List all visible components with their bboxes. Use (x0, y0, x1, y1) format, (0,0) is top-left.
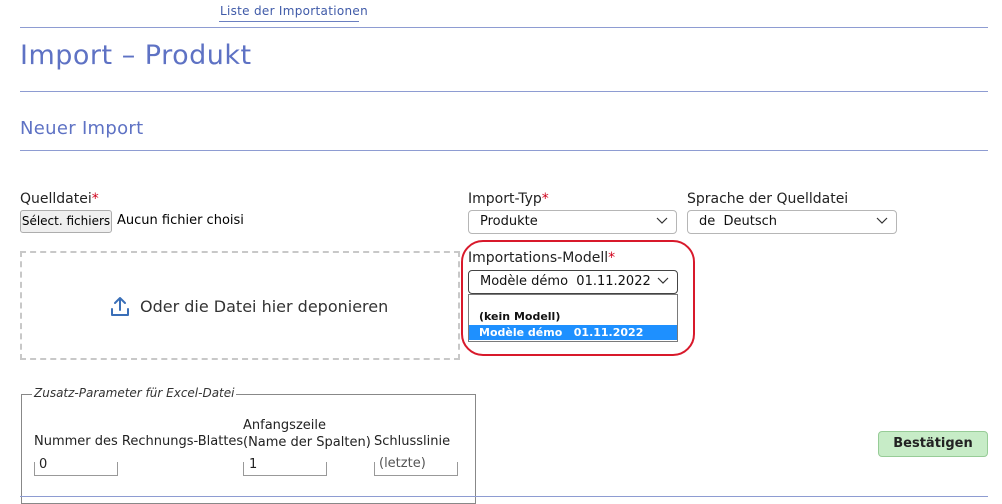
import-model-selected-date: 01.11.2022 (576, 274, 651, 289)
import-type-select[interactable]: Produkte (468, 210, 677, 234)
language-code: de (699, 214, 716, 229)
dropdown-option-kein-modell[interactable]: (kein Modell) (469, 309, 677, 324)
chevron-down-icon (876, 217, 888, 224)
input-border (243, 462, 327, 476)
import-type-label: Import-Typ* (468, 191, 549, 207)
required-mark: * (608, 250, 616, 266)
dropzone-text: Oder die Datei hier deponieren (140, 297, 389, 316)
sheet-number-label: Nummer des Rechnungs-Blattes (34, 434, 244, 449)
chevron-down-icon (656, 217, 668, 224)
required-mark: * (541, 191, 549, 207)
sheet-number-input[interactable]: 0 (34, 456, 118, 476)
dropdown-option-modele-demo[interactable]: Modèle démo 01.11.2022 (469, 325, 677, 340)
start-row-label: Anfangszeile (Name der Spalten) (243, 418, 371, 450)
source-file-label: Quelldatei* (20, 191, 99, 207)
start-row-input[interactable]: 1 (243, 456, 327, 476)
input-border (34, 462, 118, 476)
source-language-label: Sprache der Quelldatei (687, 191, 849, 207)
end-row-label: Schlusslinie (374, 434, 451, 449)
required-mark: * (91, 191, 99, 207)
page-title: Import – Produkt (20, 40, 252, 71)
header-divider (20, 27, 988, 28)
confirm-button[interactable]: Bestätigen (878, 431, 988, 457)
tab-liste-der-importationen[interactable]: Liste der Importationen (220, 4, 368, 18)
language-value: Deutsch (723, 214, 778, 229)
import-model-select[interactable]: Modèle démo 01.11.2022 (468, 270, 678, 294)
active-tab-underline (219, 21, 359, 22)
select-files-button[interactable]: Sélect. fichiers (20, 210, 112, 233)
end-row-input[interactable]: (letzte) (374, 456, 458, 476)
import-model-label: Importations-Modell* (468, 250, 616, 266)
source-language-select[interactable]: de Deutsch (687, 210, 897, 234)
section-title: Neuer Import (20, 118, 144, 139)
chevron-down-icon (657, 277, 669, 284)
excel-params-legend: Zusatz-Parameter für Excel-Datei (32, 386, 237, 400)
import-model-selected-name: Modèle démo (480, 274, 569, 289)
upload-icon (111, 297, 129, 316)
file-status-text: Aucun fichier choisi (117, 213, 244, 228)
import-type-value: Produkte (480, 214, 538, 229)
import-model-dropdown-list: (kein Modell) Modèle démo 01.11.2022 (468, 294, 678, 342)
bottom-divider (20, 496, 988, 497)
section-divider (20, 150, 988, 151)
input-border (374, 462, 458, 476)
title-divider (20, 91, 988, 92)
